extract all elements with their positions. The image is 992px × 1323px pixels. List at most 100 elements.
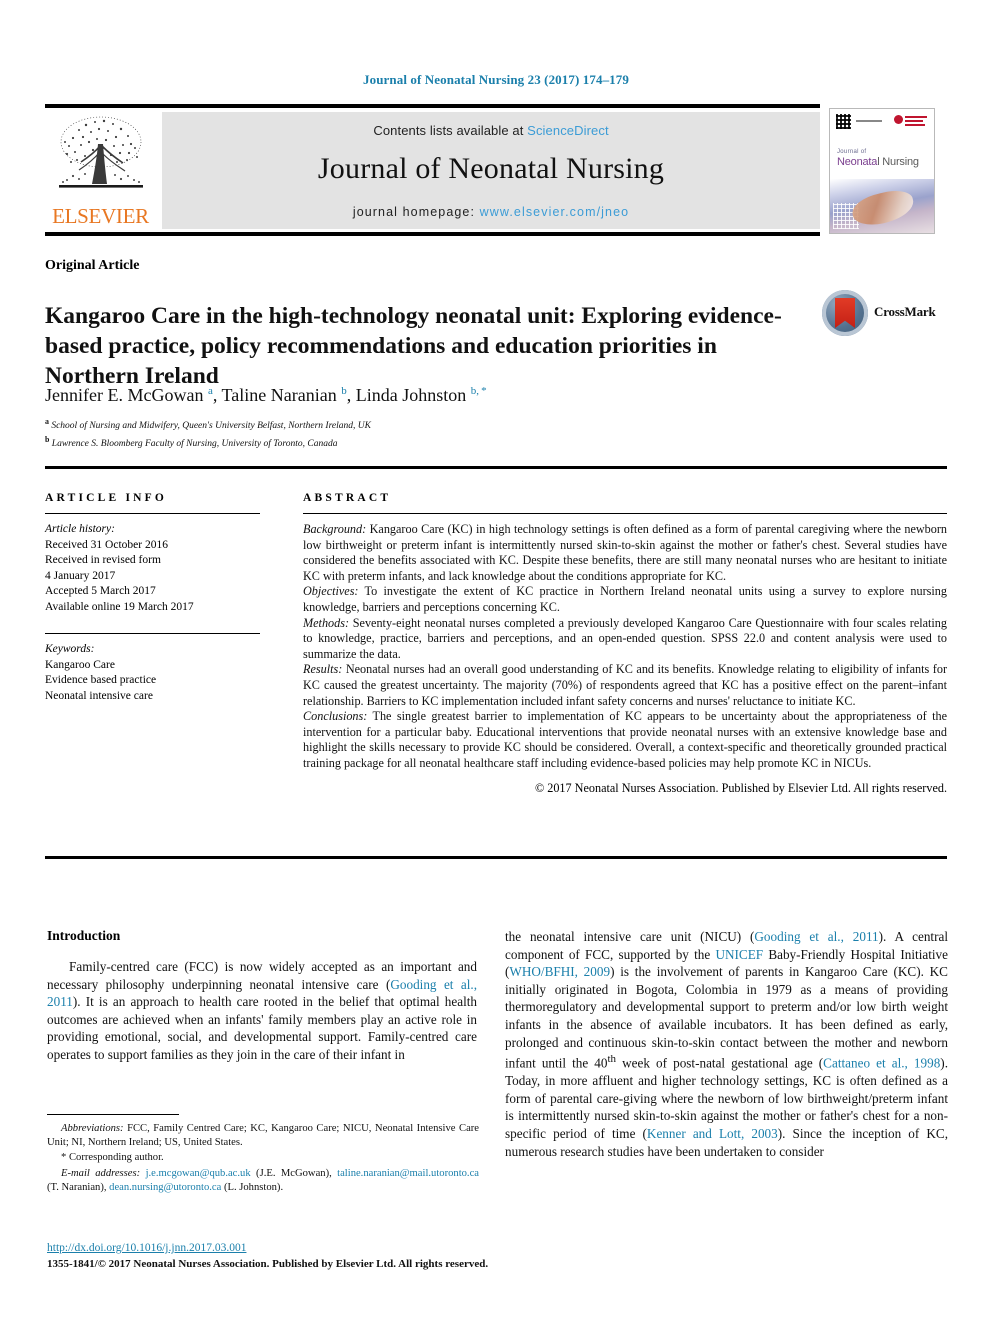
homepage-prefix: journal homepage: xyxy=(352,205,476,219)
citation-link[interactable]: Cattaneo et al., 1998 xyxy=(823,1056,940,1071)
citation-link[interactable]: Kenner and Lott, 2003 xyxy=(647,1126,778,1141)
article-history-item: Received 31 October 2016 xyxy=(45,538,168,551)
abstract-section-label: Objectives: xyxy=(303,584,359,599)
abstract-section: Conclusions: The single greatest barrier… xyxy=(303,709,947,770)
section-rule-top xyxy=(45,466,947,469)
abstract-section: Methods: Seventy-eight neonatal nurses c… xyxy=(303,615,947,661)
crossmark-icon xyxy=(822,290,868,336)
citation-link[interactable]: UNICEF xyxy=(715,947,763,962)
body-column-left: Introduction Family-centred care (FCC) i… xyxy=(47,928,477,1064)
article-info-column: ARTICLE INFO Article history: Received 3… xyxy=(45,492,260,704)
email-link[interactable]: taline.naranian@mail.utoronto.ca xyxy=(337,1168,479,1179)
cover-artwork xyxy=(830,179,934,233)
cover-title-block: Journal of Neonatal Nursing xyxy=(830,143,934,183)
abstract-heading: ABSTRACT xyxy=(303,492,392,504)
cover-title-part-1: Neonata xyxy=(837,156,878,168)
elsevier-wordmark: ELSEVIER xyxy=(52,204,149,228)
keyword-item: Evidence based practice xyxy=(45,674,157,686)
corresponding-author-marker: * xyxy=(61,1152,67,1164)
page-title: Kangaroo Care in the high-technology neo… xyxy=(45,302,782,389)
cover-rule xyxy=(856,120,882,122)
cover-small-title: Journal of xyxy=(837,149,867,155)
abstract-rule xyxy=(303,513,947,514)
affiliation-list: a School of Nursing and Midwifery, Queen… xyxy=(45,415,845,451)
email-owner: (L. Johnston) xyxy=(223,1181,281,1193)
keywords-rule xyxy=(45,633,260,634)
superscript: th xyxy=(607,1053,617,1066)
journal-homepage-line: journal homepage: www.elsevier.com/jneo xyxy=(162,205,820,219)
citation-link[interactable]: WHO/BFHI, 2009 xyxy=(509,964,610,979)
intro-paragraph-right: the neonatal intensive care unit (NICU) … xyxy=(505,929,949,1159)
article-history-lines: Received 31 October 2016 Received in revi… xyxy=(45,538,260,616)
keyword-item: Neonatal intensive care xyxy=(45,689,153,702)
article-page: Journal of Neonatal Nursing 23 (2017) 17… xyxy=(0,0,992,1323)
abstract-section-label: Background: xyxy=(303,522,367,536)
doi-block: http://dx.doi.org/10.1016/j.jnn.2017.03.… xyxy=(47,1240,547,1272)
elsevier-logo: ELSEVIER xyxy=(48,112,153,230)
issn-copyright-line: 1355-1841/© 2017 Neonatal Nurses Associa… xyxy=(47,1258,489,1270)
email-link[interactable]: dean.nursing@utoronto.ca xyxy=(109,1182,221,1193)
citation-link[interactable]: Gooding et al., 2011 xyxy=(47,977,477,1010)
article-history-item: Accepted 5 March 2017 xyxy=(45,585,156,597)
section-rule-bottom xyxy=(45,856,947,859)
email-link[interactable]: j.e.mcgowan@qub.ac.uk xyxy=(146,1168,251,1179)
email-owner: (J.E. McGowan) xyxy=(256,1167,330,1179)
article-history-item: Available online 19 March 2017 xyxy=(45,600,194,613)
article-info-rule xyxy=(45,513,260,514)
sciencedirect-link[interactable]: ScienceDirect xyxy=(527,123,609,138)
abstract-column: ABSTRACT Background: Kangaroo Care (KC) … xyxy=(303,492,947,796)
intro-paragraph-left: Family-centred care (FCC) is now widely … xyxy=(47,959,477,1062)
footnote-block: Abbreviations: FCC, Family Centred Care;… xyxy=(47,1122,479,1196)
introduction-heading: Introduction xyxy=(47,928,121,943)
masthead-top-rule xyxy=(45,104,820,108)
article-history-label: Article history: xyxy=(45,523,115,535)
homepage-url-link[interactable]: www.elsevier.com/jneo xyxy=(480,205,630,219)
abstract-section-label: Methods: xyxy=(303,615,350,630)
footnote-rule xyxy=(47,1114,179,1115)
email-owner: (T. Naranian) xyxy=(47,1181,104,1193)
doi-link[interactable]: http://dx.doi.org/10.1016/j.jnn.2017.03.… xyxy=(47,1240,547,1256)
affiliation-item: b Lawrence S. Bloomberg Faculty of Nursi… xyxy=(45,435,338,450)
corresponding-author-text: Corresponding author. xyxy=(68,1152,164,1164)
abstract-copyright: © 2017 Neonatal Nurses Association. Publ… xyxy=(534,780,947,795)
masthead-band: Contents lists available at ScienceDirec… xyxy=(162,112,820,229)
article-history-block: Article history: Received 31 October 201… xyxy=(45,522,260,615)
body-column-right: the neonatal intensive care unit (NICU) … xyxy=(505,928,948,1160)
abstract-section: Results: Neonatal nurses had an overall … xyxy=(303,662,947,708)
keywords-block: Keywords: Kangaroo Care Evidence based pr… xyxy=(45,642,260,704)
qr-code-icon xyxy=(836,114,851,129)
journal-title: Journal of Neonatal Nursing xyxy=(317,152,665,185)
journal-cover-thumbnail[interactable]: Journal of Neonatal Nursing xyxy=(829,108,935,234)
crossmark-badge[interactable]: CrossMark xyxy=(820,288,940,340)
keyword-lines: Kangaroo Care Evidence based practice Neon… xyxy=(45,658,260,705)
keyword-item: Kangaroo Care xyxy=(45,658,115,671)
contents-available-line: Contents lists available at ScienceDirec… xyxy=(162,112,820,138)
article-history-item: Received in revised form xyxy=(45,554,161,566)
cover-header-strip xyxy=(830,109,934,143)
email-label: E-mail addresses: xyxy=(61,1167,141,1179)
article-info-heading: ARTICLE INFO xyxy=(45,492,168,504)
email-addresses-note: E-mail addresses: j.e.mcgowan@qub.ac.uk … xyxy=(47,1167,479,1193)
abstract-text: Background: Kangaroo Care (KC) in high t… xyxy=(303,522,947,772)
abstract-section-label: Conclusions: xyxy=(303,709,368,724)
article-history-item: 4 January 2017 xyxy=(45,569,116,582)
affiliation-item: a School of Nursing and Midwifery, Queen… xyxy=(45,417,371,432)
running-head: Journal of Neonatal Nursing 23 (2017) 17… xyxy=(363,72,629,87)
masthead-bottom-rule xyxy=(45,232,820,236)
corresponding-author-note: * Corresponding author. xyxy=(47,1151,479,1165)
contents-prefix: Contents lists available at xyxy=(373,123,524,138)
cover-main-title: Neonatal Nursing xyxy=(837,156,934,168)
article-type-label: Original Article xyxy=(45,258,140,273)
abstract-section: Background: Kangaroo Care (KC) in high t… xyxy=(303,522,947,583)
journal-masthead: ELSEVIER Contents lists available at Sci… xyxy=(45,104,947,236)
citation-link[interactable]: Gooding et al., 2011 xyxy=(754,929,878,944)
abbreviations-label: Abbreviations: xyxy=(61,1123,124,1134)
keywords-label: Keywords: xyxy=(45,643,95,655)
abbreviations-note: Abbreviations: FCC, Family Centred Care;… xyxy=(47,1122,479,1150)
elsevier-tree-icon xyxy=(58,116,143,188)
abstract-section: Objectives: To investigate the extent of… xyxy=(303,584,947,614)
crossmark-label: CrossMark xyxy=(874,304,936,319)
author-list: Jennifer E. McGowan a, Taline Naranian b… xyxy=(45,385,487,405)
cover-dot-pattern xyxy=(833,203,859,229)
publisher-mark-icon xyxy=(894,114,928,127)
